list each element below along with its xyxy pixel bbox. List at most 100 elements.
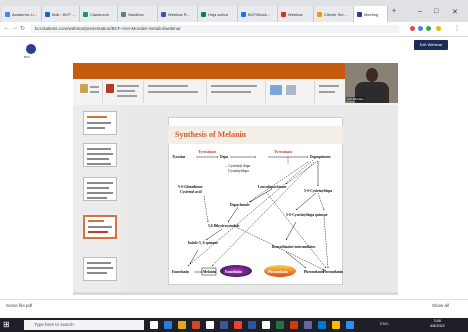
tab-favicon-icon (5, 11, 10, 17)
browser-tab[interactable]: Webinar R... (158, 6, 198, 22)
node-benzothiazine: Benzothiazine intermediates (272, 245, 316, 249)
taskbar-app-icon[interactable] (332, 321, 340, 329)
node-thio: 5-S-Glutathione (178, 185, 203, 189)
system-tray[interactable]: ENG (380, 321, 389, 326)
browser-tab[interactable]: Webinar (278, 6, 314, 22)
powerpoint-icon[interactable] (192, 321, 200, 329)
extension-icon[interactable] (410, 26, 415, 31)
maximize-button[interactable]: □ (434, 8, 438, 15)
tab-favicon-icon (241, 11, 246, 17)
melanin-pathway-diagram: Tyrosine Tyrosinase Dopa Tyrosinase Dopa… (172, 149, 343, 277)
eumelanin-pill-label: Eumelanin (225, 270, 242, 274)
browser-tab-active[interactable]: Meeting (354, 6, 388, 22)
note: Cysteinyldopa (228, 169, 249, 173)
arrange-icon[interactable] (286, 85, 296, 95)
ribbon-group (103, 81, 144, 103)
taskbar-app-icon[interactable] (262, 321, 270, 329)
browser-tab[interactable]: Classroom (80, 6, 118, 22)
reload-icon[interactable]: ↻ (20, 25, 25, 32)
excel-icon[interactable] (276, 321, 284, 329)
browser-tab[interactable]: Cliente Ser... (314, 6, 354, 22)
forward-icon[interactable]: → (12, 25, 18, 31)
taskbar-app-icon[interactable] (318, 321, 326, 329)
chrome-icon[interactable] (234, 321, 242, 329)
teams-icon[interactable] (304, 321, 312, 329)
node-cysteinyldopa-quinone: 5-S-Cysteinyldopa quinone (286, 213, 328, 217)
menu-icon[interactable]: ⋮ (454, 25, 460, 32)
browser-tab[interactable]: Hoja activa (198, 6, 238, 22)
tab-favicon-icon (357, 11, 362, 17)
slide-thumbnail[interactable] (83, 111, 117, 135)
node-cysteinyldopa: 5-S-Cysteinyldopa (304, 189, 332, 193)
new-slide-icon[interactable] (106, 84, 114, 93)
taskbar-app-icon[interactable] (206, 321, 214, 329)
taskbar-clock[interactable]: 3:06 4/8/2022 (430, 319, 445, 329)
node-dhi: 5,6-Dihydroxyindole (208, 224, 240, 228)
download-item[interactable]: Some file.pdf (6, 303, 32, 308)
tab-favicon-icon (317, 11, 322, 17)
ribbon-group (76, 81, 103, 103)
presenter-head (366, 68, 378, 82)
pheomelanin-pill-label: Pheomelanin (268, 270, 288, 274)
node-indole: Indole-5, 6-quinone (188, 241, 218, 245)
tab-favicon-icon (45, 11, 50, 17)
address-bar-row: ← → ↻ bccvtalents.com/webinar/presentati… (0, 22, 468, 37)
minimize-button[interactable]: – (418, 8, 422, 15)
extension-icon[interactable] (426, 26, 431, 31)
slide-thumbnail-selected[interactable] (83, 215, 117, 239)
logo-caption: BCF (24, 55, 30, 59)
slide-thumbnail[interactable] (83, 257, 117, 281)
taskbar-app-icon[interactable] (164, 321, 172, 329)
browser-tab[interactable]: Sandbox (118, 6, 158, 22)
taskbar-app-icon[interactable] (290, 321, 298, 329)
ribbon-group (266, 81, 315, 103)
taskbar-search-box[interactable]: Type here to search (24, 320, 144, 330)
slide-title: Synthesis of Melanin (175, 130, 247, 139)
slide-thumbnail[interactable] (83, 177, 117, 201)
downloads-bar (0, 299, 468, 314)
ribbon-group (207, 81, 266, 103)
shapes-icon[interactable] (270, 85, 282, 95)
browser-tab[interactable]: Mail - BCF ... (42, 6, 80, 22)
tab-favicon-icon (281, 11, 286, 17)
word-icon[interactable] (248, 321, 256, 329)
enzyme-label: Tyrosinase (198, 149, 217, 154)
slide-thumbnail[interactable] (83, 143, 117, 167)
browser-tab[interactable]: Academic Li... (2, 6, 42, 22)
show-all-downloads-link[interactable]: Show all (432, 303, 449, 308)
ribbon-group (144, 81, 207, 103)
file-explorer-icon[interactable] (178, 321, 186, 329)
node-dopachrome: Dopachrome (230, 203, 250, 207)
node-tyrosine: Tyrosine (172, 155, 186, 159)
tab-strip: Academic Li... Mail - BCF ... Classroom … (0, 0, 468, 22)
exit-webinar-button[interactable]: Exit Webinar (414, 40, 448, 50)
tab-favicon-icon (121, 11, 126, 17)
taskbar-app-icon[interactable] (220, 321, 228, 329)
node-leucodopachrome: Leucodopachrome (258, 185, 287, 189)
ribbon-group (315, 81, 343, 103)
new-tab-button[interactable]: + (392, 8, 396, 15)
browser-tab[interactable]: BCF/Mock... (238, 6, 278, 22)
node-pheomelanin: Pheomelanin (323, 270, 343, 274)
zoom-icon[interactable] (346, 321, 354, 329)
node-pheomelanin: Pheomelanin (304, 270, 324, 274)
back-icon[interactable]: ← (4, 25, 10, 31)
tab-favicon-icon (201, 11, 206, 17)
paste-icon[interactable] (80, 84, 88, 93)
close-window-button[interactable]: ✕ (452, 8, 458, 16)
windows-start-icon[interactable]: ⊞ (3, 320, 10, 330)
melanin-box-label: Melanin (203, 270, 216, 274)
tab-favicon-icon (161, 11, 166, 17)
node-dopa: Dopa (220, 155, 228, 159)
ppt-status-bar (73, 292, 398, 295)
enzyme-label: Tyrosinase (274, 149, 293, 154)
url-field[interactable]: bccvtalents.com/webinar/presentation/BCF… (30, 25, 400, 33)
task-view-icon[interactable] (150, 321, 158, 329)
presenter-name: Ann Morales (346, 97, 365, 101)
site-logo (26, 44, 36, 54)
profile-avatar[interactable] (436, 26, 441, 31)
node-dopaquinone: Dopaquinone (310, 155, 331, 159)
extension-icon[interactable] (418, 26, 423, 31)
tab-favicon-icon (83, 11, 88, 17)
node-thio: Cysteinyl acid (180, 190, 202, 194)
